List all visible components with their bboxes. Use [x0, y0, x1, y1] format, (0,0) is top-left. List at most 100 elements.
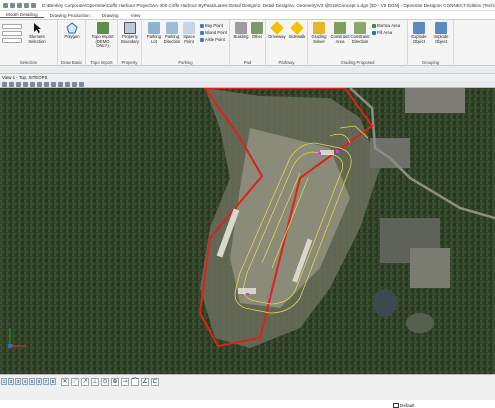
grading-solver-button[interactable]: Grading Solver [309, 22, 329, 44]
borrow-area-label: Borrow Area [377, 23, 401, 28]
group-draw-basic: Polygon Draw Basic [58, 20, 86, 66]
snap-intersect-icon[interactable]: ⊥ [91, 377, 99, 386]
site-plan-canvas[interactable] [0, 88, 495, 378]
view-number-3[interactable]: 3 [15, 378, 21, 385]
other-pad-button[interactable]: Other [247, 22, 267, 40]
sidewalk-button[interactable]: Sidewalk [287, 21, 307, 40]
space-point-label: Space Point [183, 34, 195, 44]
attribute-dropdown[interactable] [2, 31, 22, 36]
view-tool-icon[interactable] [37, 81, 42, 87]
quick-access-toolbar[interactable] [0, 2, 36, 8]
view-number-4[interactable]: 4 [22, 378, 28, 385]
group-label-property: Property [121, 60, 138, 65]
constraint-area-button[interactable]: Constraint Area [330, 22, 350, 44]
space-point-icon [183, 22, 195, 34]
snap-keypoint-icon[interactable]: ⊕ [111, 377, 119, 386]
view-number-6[interactable]: 6 [36, 378, 42, 385]
implode-object-label: Implode Object [433, 34, 449, 44]
snap-cross-icon[interactable]: ✕ [61, 377, 69, 386]
sidewalk-icon [290, 21, 304, 35]
fill-area-button[interactable]: Fill Area [372, 30, 392, 35]
borrow-area-button[interactable]: Borrow Area [372, 23, 400, 28]
view-tool-icon[interactable] [51, 81, 56, 87]
borrow-area-icon [372, 23, 376, 28]
aisle-point-icon [200, 37, 204, 42]
property-boundary-icon [124, 22, 136, 34]
title-bar: D:\Bentley Corporate\OpenSite\Coffs Harb… [0, 0, 495, 11]
view-tool-icon[interactable] [58, 81, 63, 87]
ribbon-tabs: Model Detailing Drawing Production Drawi… [0, 11, 495, 20]
tab-view[interactable]: View [125, 13, 147, 18]
aisle-point-button[interactable]: Aisle Point [200, 37, 225, 42]
grading-solver-icon [313, 22, 325, 34]
snap-curve-icon[interactable]: ↗ [81, 377, 89, 386]
group-label-draw-basic: Draw Basic [60, 60, 83, 65]
tab-drawing-production[interactable]: Drawing Production [44, 13, 96, 18]
island-point-icon [200, 30, 204, 35]
view-number-7[interactable]: 7 [43, 378, 49, 385]
constraint-direction-button[interactable]: Constraint Direction [350, 22, 370, 44]
attribute-dropdown-2[interactable] [2, 38, 22, 43]
parking-lot-label: Parking Lot [146, 34, 162, 44]
view-tool-icon[interactable] [79, 81, 84, 87]
level-color-swatch[interactable] [393, 403, 399, 408]
view-tool-icon[interactable] [72, 81, 77, 87]
element-selection-label: Element Selection [28, 34, 46, 44]
explode-object-label: Explode Object [411, 34, 427, 44]
view-tool-icon[interactable] [44, 81, 49, 87]
active-level[interactable]: Default [400, 403, 415, 408]
snap-tangent-icon[interactable]: ⌒ [131, 377, 139, 386]
view-tool-icon[interactable] [16, 81, 21, 87]
constraint-direction-label: Constraint Direction [350, 34, 370, 44]
view-tool-icon[interactable] [9, 81, 14, 87]
tab-drawing[interactable]: Drawing [96, 13, 125, 18]
explode-object-button[interactable]: Explode Object [409, 22, 429, 44]
driveway-button[interactable]: Driveway [267, 21, 287, 40]
bay-point-icon [200, 23, 204, 28]
bay-point-button[interactable]: Bay Point [200, 23, 223, 28]
implode-object-button[interactable]: Implode Object [431, 22, 451, 44]
group-grading-proposed: Grading Solver Constraint Area Constrain… [308, 20, 408, 66]
polygon-button[interactable]: Polygon [62, 22, 82, 40]
property-boundary-button[interactable]: Property Boundary [120, 22, 140, 44]
view-number-5[interactable]: 5 [29, 378, 35, 385]
other-pad-icon [251, 22, 263, 34]
space-point-button[interactable]: Space Point [179, 22, 199, 44]
snap-nearest-icon[interactable]: ∠ [141, 377, 149, 386]
snap-center-icon[interactable]: ⊙ [101, 377, 109, 386]
other-pad-label: Other [251, 34, 263, 39]
element-selection-button[interactable]: Element Selection [26, 22, 48, 44]
parking-lot-icon [148, 22, 160, 34]
snap-line-icon[interactable]: ⟋ [71, 377, 79, 386]
group-selection: Element Selection Selection [0, 20, 58, 66]
aerial-map-view[interactable] [0, 88, 495, 378]
view-number-8[interactable]: 8 [50, 378, 56, 385]
group-label-selection: Selection [19, 60, 38, 65]
snap-midpoint-icon[interactable]: ⊸ [121, 377, 129, 386]
tab-model-detailing[interactable]: Model Detailing [0, 12, 44, 18]
group-label-pathway: Pathway [278, 60, 295, 65]
polygon-label: Polygon [64, 34, 80, 39]
group-parking: Parking Lot Parking Direction Space Poin… [142, 20, 230, 66]
view-tools-row: 1 2 3 4 5 6 7 8 ✕ ⟋ ↗ ⊥ ⊙ ⊕ ⊸ ⌒ ∠ ⊏ [0, 376, 495, 387]
fill-area-label: Fill Area [377, 30, 393, 35]
topo-import-button[interactable]: Topo Import (DEMO ONLY) [89, 22, 116, 49]
island-point-button[interactable]: Island Point [200, 30, 227, 35]
group-label-pad: Pad [243, 60, 252, 65]
property-boundary-label: Property Boundary [121, 34, 139, 44]
parking-lot-button[interactable]: Parking Lot [144, 22, 164, 44]
view-tool-icon[interactable] [23, 81, 28, 87]
view-tool-icon[interactable] [2, 81, 7, 87]
cursor-arrow-icon [31, 22, 43, 34]
view-window-titlebar: View 1 - Top, SITEOPS [0, 74, 495, 81]
view-number-2[interactable]: 2 [8, 378, 14, 385]
snap-origin-icon[interactable]: ⊏ [151, 377, 159, 386]
view-number-1[interactable]: 1 [1, 378, 7, 385]
view-tool-icon[interactable] [65, 81, 70, 87]
view-tool-icon[interactable] [30, 81, 35, 87]
selection-dropdown[interactable] [2, 24, 22, 29]
view-toolbar[interactable] [0, 81, 495, 88]
polygon-icon [66, 22, 78, 34]
tool-settings-bar [0, 66, 495, 74]
group-pad: Building Other Pad [230, 20, 266, 66]
